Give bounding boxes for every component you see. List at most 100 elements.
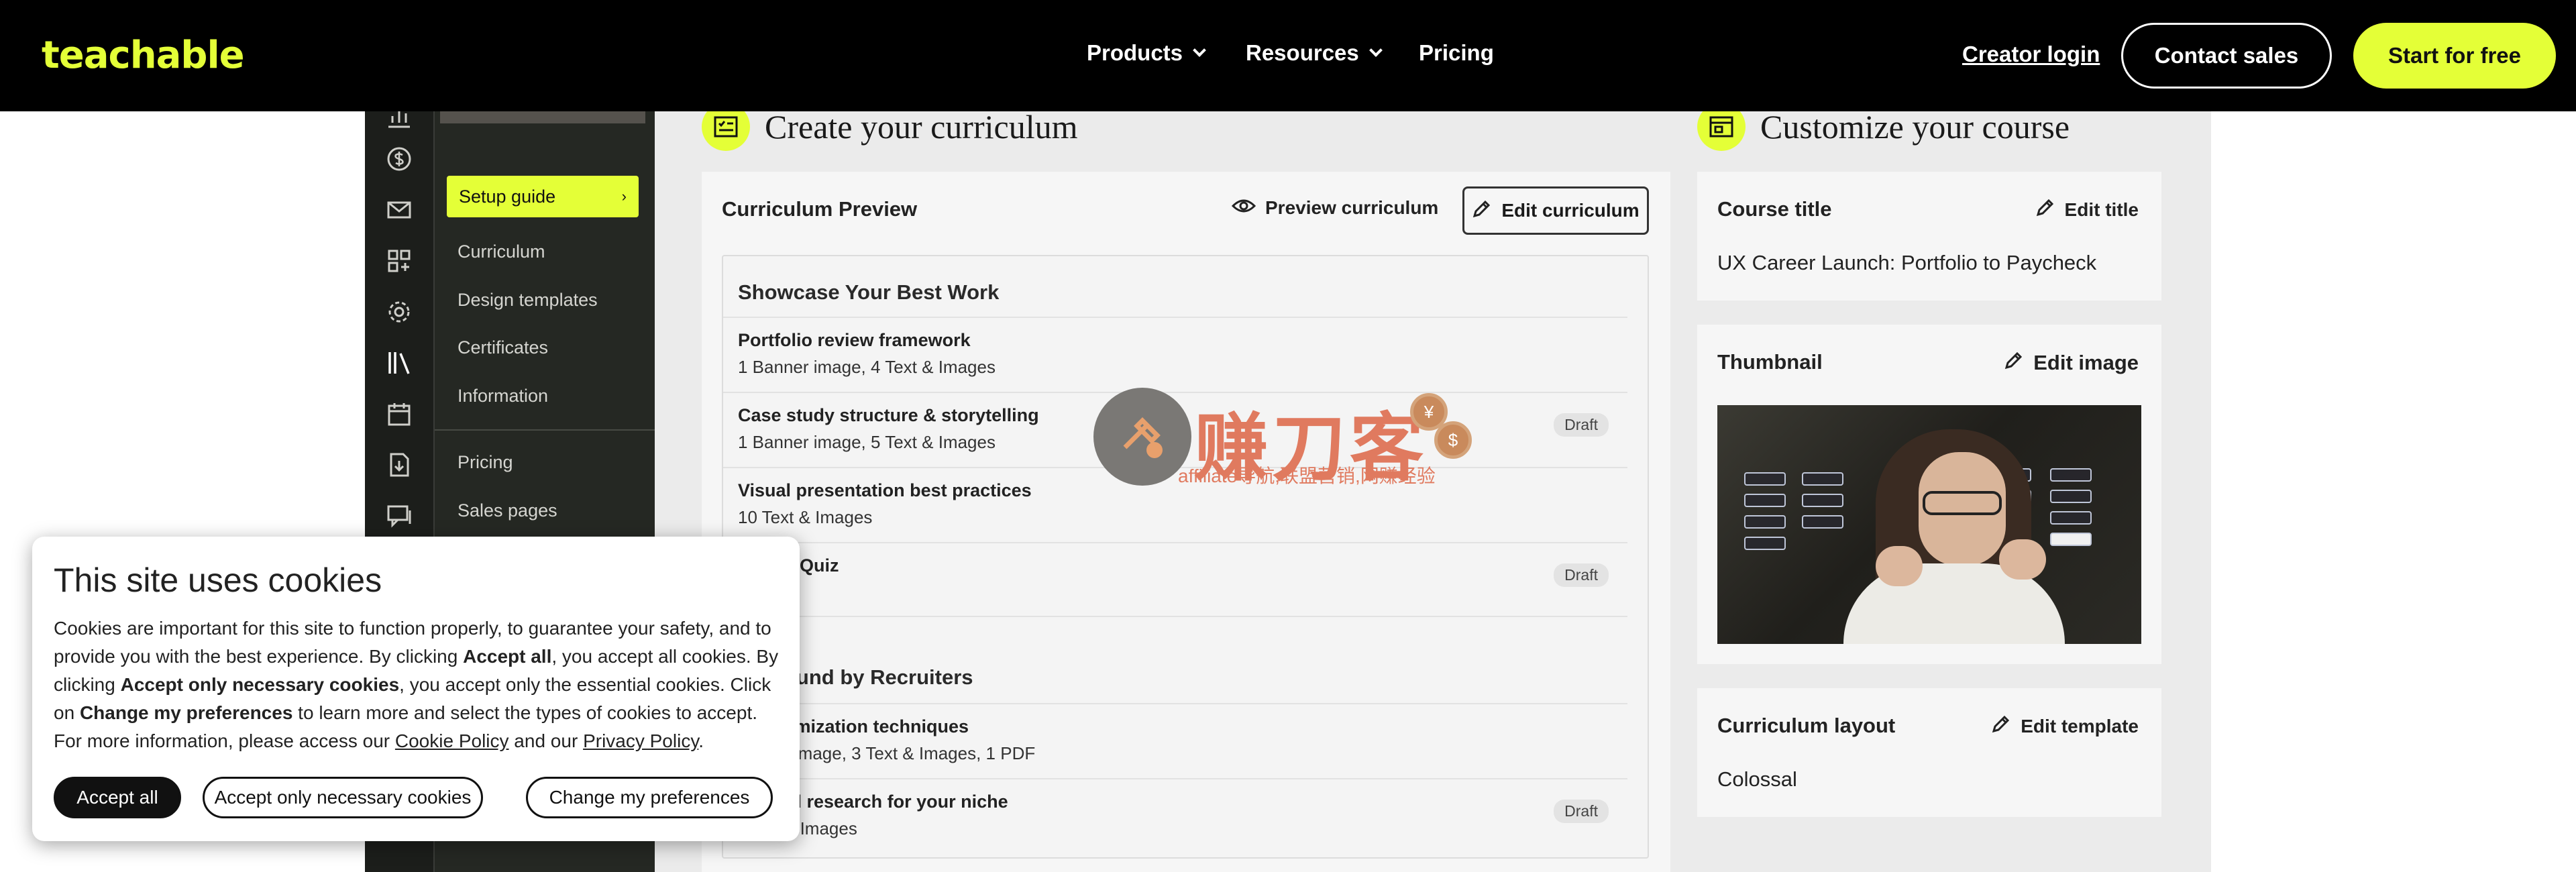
cookie-text: . [698, 730, 704, 751]
top-navigation-bar: teachable Products Resources Pricing Cre… [0, 0, 2576, 111]
thumbnail-decor [1802, 494, 1843, 507]
start-for-free-button[interactable]: Start for free [2353, 23, 2556, 89]
thumbnail-card: Thumbnail Edit image [1697, 325, 2161, 664]
curriculum-preview-panel: Curriculum Preview Preview curriculum Ed… [702, 172, 1670, 872]
mail-icon[interactable] [385, 196, 413, 224]
pencil-icon [1991, 714, 2011, 739]
curriculum-layout-label: Curriculum layout [1717, 714, 1896, 737]
layout-icon [1697, 111, 1746, 151]
watermark-logo-icon [1093, 388, 1191, 486]
chevron-down-icon [1368, 44, 1383, 57]
change-preferences-button[interactable]: Change my preferences [526, 777, 773, 818]
analytics-icon[interactable] [385, 111, 413, 130]
library-icon[interactable] [385, 349, 413, 377]
thumbnail-person [1999, 539, 2046, 580]
apps-grid-icon[interactable] [385, 247, 413, 275]
lesson-title: Portfolio review framework [738, 330, 971, 350]
pencil-icon [2035, 197, 2055, 222]
edit-image-label: Edit image [2033, 351, 2139, 374]
edit-title-button[interactable]: Edit title [2035, 197, 2139, 222]
nav-pricing-label: Pricing [1419, 40, 1494, 65]
menu-item-setup-guide[interactable]: Setup guide › [447, 176, 639, 217]
curriculum-heading: Create your curriculum [702, 111, 1078, 151]
cookie-text: and our [508, 730, 584, 751]
cookie-text-bold: Accept all [463, 646, 552, 667]
lesson-meta: 1 Banner image, 5 Text & Images [738, 432, 996, 452]
menu-banner-image [440, 111, 645, 123]
menu-item-curriculum[interactable]: Curriculum [458, 241, 545, 262]
contact-sales-button[interactable]: Contact sales [2121, 23, 2332, 89]
thumbnail-decor [2050, 533, 2092, 546]
lesson-row[interactable]: o Quiz Draft [723, 542, 1627, 617]
edit-template-label: Edit template [2021, 715, 2139, 737]
download-doc-icon[interactable] [385, 451, 413, 479]
edit-template-button[interactable]: Edit template [1991, 714, 2139, 739]
thumbnail-person [1923, 491, 2002, 515]
checklist-icon [702, 111, 750, 151]
watermark: 赚刀客 ¥ $ affiliate导航,联盟营销,网赚经验 [1093, 388, 1483, 491]
menu-item-pricing[interactable]: Pricing [458, 452, 513, 473]
thumbnail-decor [1744, 537, 1786, 550]
pencil-icon [2004, 350, 2024, 376]
thumbnail-decor [1744, 472, 1786, 486]
curriculum-layout-value: Colossal [1717, 767, 1797, 791]
accept-necessary-button[interactable]: Accept only necessary cookies [203, 777, 483, 818]
cookie-consent-dialog: This site uses cookies Cookies are impor… [32, 537, 800, 841]
menu-item-label: Setup guide [459, 186, 556, 207]
teachable-logo[interactable]: teachable [42, 34, 245, 77]
thumbnail-decor [1802, 472, 1843, 486]
edit-image-button[interactable]: Edit image [2004, 350, 2139, 376]
creator-login-link[interactable]: Creator login [1962, 42, 2100, 67]
nav-products[interactable]: Products [1087, 40, 1206, 66]
curriculum-preview-title: Curriculum Preview [722, 197, 918, 221]
nav-resources-label: Resources [1246, 40, 1359, 65]
watermark-coin-icon: $ [1434, 421, 1472, 459]
lesson-title: Case study structure & storytelling [738, 405, 1039, 425]
lesson-meta: 1 Banner image, 4 Text & Images [738, 357, 996, 377]
page: teachable Products Resources Pricing Cre… [0, 0, 2576, 872]
draft-badge: Draft [1554, 800, 1609, 823]
lesson-row[interactable]: Portfolio review framework 1 Banner imag… [723, 317, 1627, 392]
customize-heading-text: Customize your course [1760, 111, 2070, 146]
curriculum-layout-card: Curriculum layout Edit template Colossal [1697, 688, 2161, 817]
lesson-row[interactable]: timization techniques r image, 3 Text & … [723, 703, 1627, 778]
thumbnail-person [1876, 546, 1923, 586]
lesson-meta: 10 Text & Images [738, 507, 873, 527]
lesson-title: rd research for your niche [784, 792, 1008, 812]
thumbnail-decor [2050, 468, 2092, 482]
dollar-icon[interactable] [385, 145, 413, 173]
menu-item-sales-pages[interactable]: Sales pages [458, 500, 557, 521]
customize-heading: Customize your course [1697, 111, 2070, 151]
comments-icon[interactable] [385, 502, 413, 530]
calendar-icon[interactable] [385, 400, 413, 428]
thumbnail-decor [2050, 511, 2092, 525]
course-title-label: Course title [1717, 197, 1832, 221]
cookie-policy-link[interactable]: Cookie Policy [395, 730, 509, 751]
cookie-title: This site uses cookies [54, 561, 382, 599]
menu-item-certificates[interactable]: Certificates [458, 337, 548, 358]
edit-curriculum-button[interactable]: Edit curriculum [1462, 186, 1649, 235]
preview-curriculum-button[interactable]: Preview curriculum [1231, 197, 1439, 219]
menu-item-information[interactable]: Information [458, 386, 548, 406]
thumbnail-decor [1744, 494, 1786, 507]
chevron-down-icon [1193, 44, 1206, 57]
cookie-text-bold: Change my preferences [79, 702, 293, 723]
nav-resources[interactable]: Resources [1246, 40, 1383, 66]
lesson-row[interactable]: rd research for your niche & Images Draf… [723, 778, 1627, 853]
chevron-right-icon: › [621, 188, 627, 205]
privacy-policy-link[interactable]: Privacy Policy [583, 730, 698, 751]
course-title-value: UX Career Launch: Portfolio to Paycheck [1717, 251, 2097, 274]
menu-item-design-templates[interactable]: Design templates [458, 290, 598, 311]
draft-badge: Draft [1554, 413, 1609, 437]
edit-title-label: Edit title [2064, 199, 2139, 220]
gear-icon[interactable] [385, 298, 413, 326]
curriculum-heading-text: Create your curriculum [765, 111, 1078, 146]
section-title: ound by Recruiters [784, 665, 973, 689]
accept-all-button[interactable]: Accept all [54, 777, 181, 818]
eye-icon [1231, 197, 1256, 219]
preview-curriculum-label: Preview curriculum [1265, 197, 1439, 218]
menu-divider [435, 429, 655, 431]
nav-pricing[interactable]: Pricing [1419, 40, 1494, 66]
cookie-text-bold: Accept only necessary cookies [120, 674, 400, 695]
course-title-card: Course title Edit title UX Career Launch… [1697, 172, 2161, 301]
